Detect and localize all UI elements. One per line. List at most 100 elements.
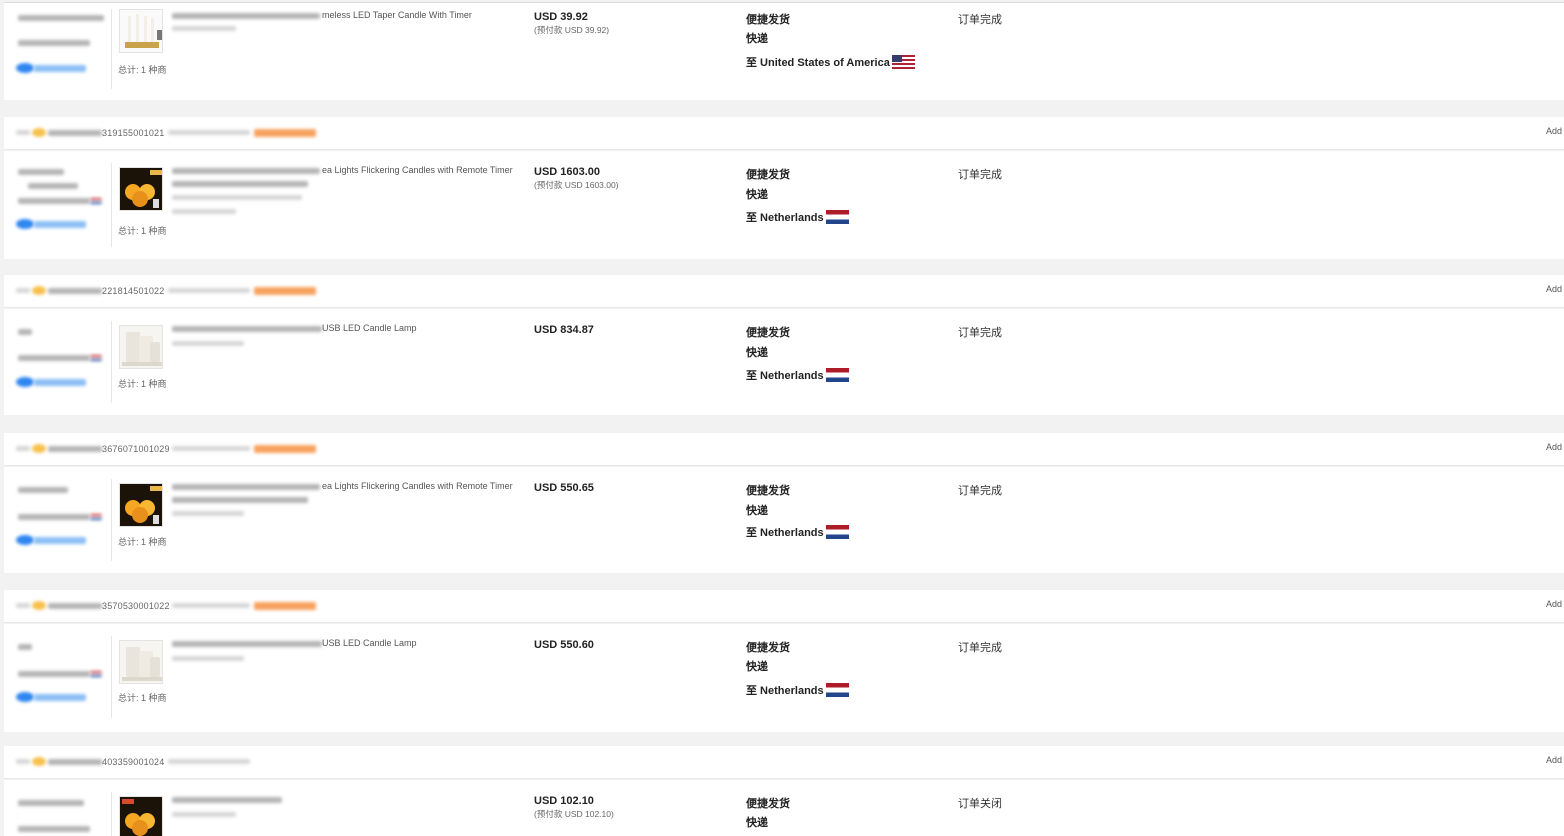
- column-divider: [111, 792, 112, 836]
- sku-redacted: [172, 812, 236, 817]
- nl-flag-icon: [825, 683, 849, 697]
- order-number[interactable]: 3570530001022: [102, 601, 170, 611]
- shipping-method: 便捷发货: [746, 485, 790, 497]
- product-title[interactable]: USB LED Candle Lamp: [322, 323, 417, 333]
- shipping-carrier: 快递: [746, 661, 768, 673]
- order-status: 订单完成: [958, 327, 1002, 339]
- destination-label: 至 United States of America: [746, 57, 890, 69]
- product-thumbnail[interactable]: [119, 640, 163, 684]
- order-status: 订单完成: [958, 642, 1002, 654]
- title-prefix-redacted: [172, 168, 320, 174]
- add-note-link[interactable]: Add: [1546, 755, 1564, 765]
- contact-link-redacted[interactable]: [34, 694, 86, 701]
- shipping-carrier: 快递: [746, 817, 768, 829]
- buyer-name-redacted: [18, 15, 104, 21]
- white-candles-image: [120, 641, 162, 683]
- buyer-info-redacted: [18, 40, 90, 46]
- order-tag-redacted: [254, 129, 316, 137]
- store-badge-icon: [32, 286, 46, 295]
- chat-icon[interactable]: [16, 63, 34, 73]
- order-card: meless LED Taper Candle With Timer 总计: 1…: [4, 2, 1564, 100]
- order-header: 319155001021 Add: [4, 117, 1564, 150]
- sku-redacted: [172, 656, 244, 661]
- checkbox-redacted[interactable]: [16, 759, 30, 764]
- product-title[interactable]: meless LED Taper Candle With Timer: [322, 10, 472, 20]
- title-prefix-redacted: [172, 484, 320, 490]
- flicker-candles-image: [120, 797, 162, 836]
- column-divider: [111, 636, 112, 718]
- order-prefix-redacted: [48, 446, 102, 452]
- product-thumbnail[interactable]: [119, 9, 163, 53]
- order-number[interactable]: 3676071001029: [102, 444, 170, 454]
- column-divider: [111, 9, 112, 89]
- order-card: ea Lights Flickering Candles with Remote…: [4, 151, 1564, 259]
- destination: 至 Netherlands: [746, 209, 849, 225]
- order-card: USB LED Candle Lamp 总计: 1 种商 USD 550.60 …: [4, 624, 1564, 732]
- title-prefix-redacted: [172, 326, 322, 332]
- product-title[interactable]: USB LED Candle Lamp: [322, 638, 417, 648]
- order-prefix-redacted: [48, 130, 102, 136]
- order-header: 3676071001029 Add: [4, 433, 1564, 466]
- product-thumbnail[interactable]: [119, 483, 163, 527]
- checkbox-redacted[interactable]: [16, 288, 30, 293]
- add-note-link[interactable]: Add: [1546, 599, 1564, 609]
- order-header: 403359001024 Add: [4, 746, 1564, 779]
- order-number[interactable]: 319155001021: [102, 128, 164, 138]
- order-price: USD 102.10: [534, 795, 594, 807]
- chat-icon[interactable]: [16, 377, 34, 387]
- product-title[interactable]: ea Lights Flickering Candles with Remote…: [322, 481, 513, 491]
- chat-icon[interactable]: [16, 692, 34, 702]
- order-price: USD 1603.00: [534, 166, 601, 178]
- product-title[interactable]: ea Lights Flickering Candles with Remote…: [322, 165, 513, 175]
- product-thumbnail[interactable]: [119, 325, 163, 369]
- destination: 至 Netherlands: [746, 524, 849, 540]
- buyer-country-redacted: [18, 514, 90, 520]
- contact-link-redacted[interactable]: [34, 537, 86, 544]
- destination-label: 至 Netherlands: [746, 527, 824, 539]
- shipping-carrier: 快递: [746, 505, 768, 517]
- buyer-name-redacted: [18, 329, 32, 335]
- item-total-label: 总计: 1 种商: [118, 65, 167, 75]
- order-number[interactable]: 221814501022: [102, 286, 164, 296]
- buyer-name-redacted: [18, 800, 84, 806]
- checkbox-redacted[interactable]: [16, 446, 30, 451]
- item-total-label: 总计: 1 种商: [118, 226, 167, 236]
- order-number[interactable]: 403359001024: [102, 757, 164, 767]
- checkbox-redacted[interactable]: [16, 603, 30, 608]
- buyer-name-redacted: [18, 169, 64, 175]
- column-divider: [111, 479, 112, 561]
- order-date-redacted: [168, 759, 250, 764]
- sku-redacted: [172, 26, 236, 31]
- buyer-info-redacted: [28, 183, 78, 189]
- buyer-country-redacted: [18, 355, 90, 361]
- add-note-link[interactable]: Add: [1546, 284, 1564, 294]
- prepay-amount: (预付款 USD 39.92): [534, 25, 610, 35]
- checkbox-redacted[interactable]: [16, 130, 30, 135]
- product-thumbnail[interactable]: [119, 167, 163, 211]
- sku-redacted: [172, 511, 244, 516]
- add-note-link[interactable]: Add: [1546, 126, 1564, 136]
- contact-link-redacted[interactable]: [34, 65, 86, 72]
- shipping-method: 便捷发货: [746, 169, 790, 181]
- store-badge-icon: [32, 601, 46, 610]
- contact-link-redacted[interactable]: [34, 221, 86, 228]
- order-prefix-redacted: [48, 603, 102, 609]
- product-thumbnail[interactable]: [119, 796, 163, 836]
- shipping-method: 便捷发货: [746, 14, 790, 26]
- order-tag-redacted: [254, 445, 316, 453]
- order-price: USD 834.87: [534, 324, 594, 336]
- column-divider: [111, 321, 112, 403]
- order-date-redacted: [168, 288, 250, 293]
- order-prefix-redacted: [48, 288, 102, 294]
- chat-icon[interactable]: [16, 219, 34, 229]
- order-tag-redacted: [254, 602, 316, 610]
- add-note-link[interactable]: Add: [1546, 442, 1564, 452]
- chat-icon[interactable]: [16, 535, 34, 545]
- prepay-amount: (预付款 USD 1603.00): [534, 180, 619, 190]
- order-prefix-redacted: [48, 759, 102, 765]
- destination: 至 Netherlands: [746, 682, 849, 698]
- title-prefix-redacted: [172, 13, 320, 19]
- destination-label: 至 Netherlands: [746, 370, 824, 382]
- contact-link-redacted[interactable]: [34, 379, 86, 386]
- item-total-label: 总计: 1 种商: [118, 693, 167, 703]
